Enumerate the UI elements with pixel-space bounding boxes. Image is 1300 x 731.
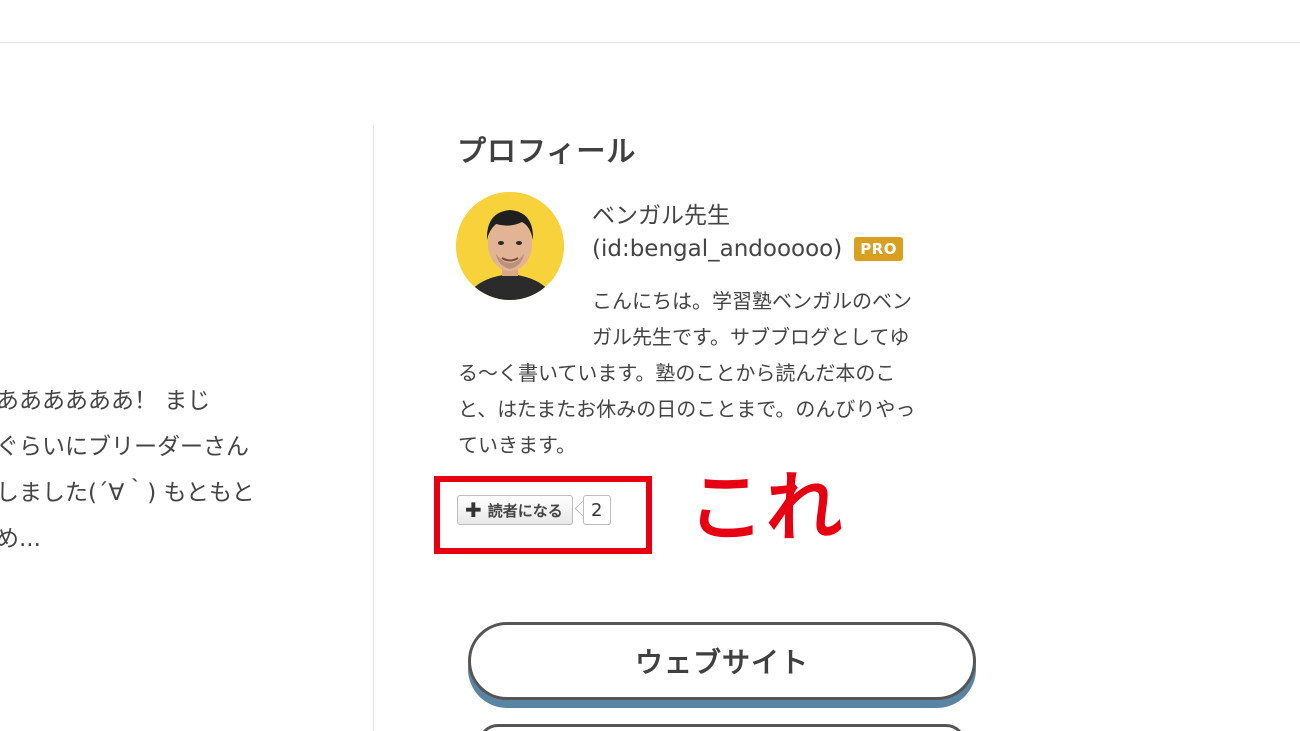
excerpt-line: ぐらいにブリーダーさん (0, 434, 249, 460)
profile-description: こんにちは。学習塾ベンガルのベン ガル先生です。サブブログとしてゆ る〜く書いて… (458, 283, 958, 463)
subscribe-button[interactable]: ✚ 読者になる (457, 495, 573, 525)
profile-id-row: (id:bengal_andooooo) PRO (592, 236, 904, 262)
description-line: ガル先生です。サブブログとしてゆ (592, 325, 910, 349)
plus-icon: ✚ (465, 498, 482, 522)
excerpt-line: め... (0, 526, 41, 552)
description-line: ていきます。 (458, 433, 576, 457)
top-divider (0, 42, 1300, 43)
profile-name[interactable]: ベンガル先生 (592, 196, 730, 230)
excerpt-line: ああああああ！ まじ (0, 388, 211, 414)
article-excerpt[interactable]: ああああああ！ まじ ぐらいにブリーダーさん しました(´∀｀) もともと め.… (0, 378, 336, 562)
profile-heading: プロフィール (457, 134, 637, 168)
next-button[interactable] (478, 724, 966, 731)
website-button[interactable]: ウェブサイト (468, 622, 976, 700)
subscribe-label: 読者になる (487, 501, 563, 520)
description-line: と、はたまたお休みの日のことまで。のんびりやっ (458, 397, 916, 421)
annotation-text: これ (688, 463, 844, 552)
pro-badge: PRO (854, 237, 904, 261)
description-line: る〜く書いています。塾のことから読んだ本のこ (458, 361, 896, 385)
page: ああああああ！ まじ ぐらいにブリーダーさん しました(´∀｀) もともと め.… (0, 0, 1300, 731)
subscribe-widget: ✚ 読者になる 2 (457, 495, 611, 525)
description-line: こんにちは。学習塾ベンガルのベン (592, 289, 912, 313)
column-divider (373, 126, 374, 731)
profile-id[interactable]: (id:bengal_andooooo) (592, 236, 842, 262)
excerpt-line: しました(´∀｀) もともと (0, 480, 255, 506)
subscriber-count: 2 (574, 495, 611, 525)
subscriber-count-value: 2 (582, 495, 611, 525)
